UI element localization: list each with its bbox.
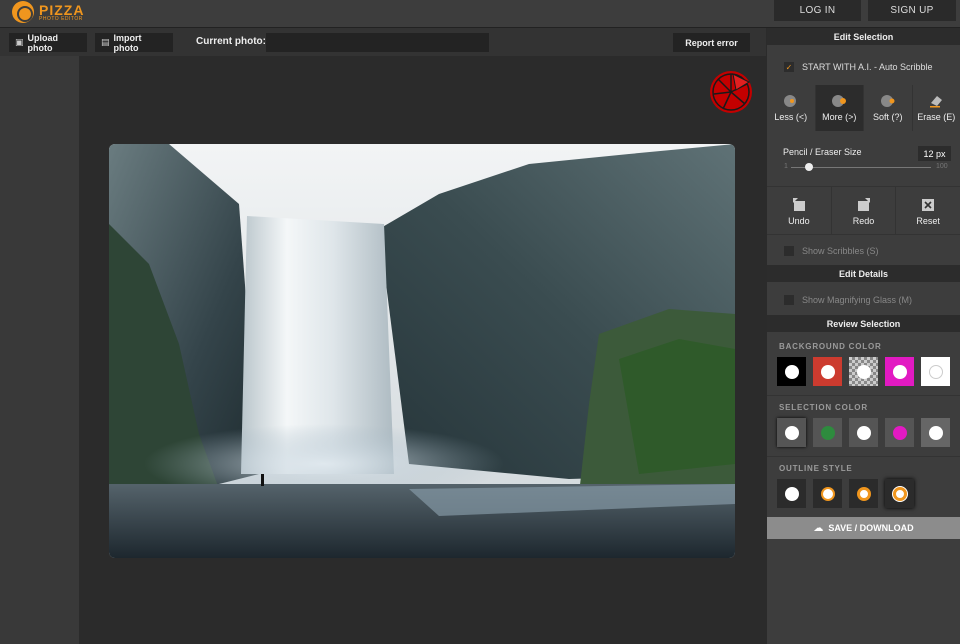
bg-swatch-black[interactable]	[777, 357, 806, 386]
slider-thumb[interactable]	[805, 163, 813, 171]
sel-swatch-checker[interactable]	[849, 418, 878, 447]
edit-selection-header: Edit Selection	[767, 28, 960, 45]
image-icon: ▣	[15, 37, 24, 47]
more-scribble-icon	[832, 95, 847, 107]
sel-swatch-magenta[interactable]	[885, 418, 914, 447]
selection-color-label: SELECTION COLOR	[779, 403, 868, 412]
report-error-button[interactable]: Report error	[673, 33, 750, 52]
app-logo[interactable]: PIZZA PHOTO EDITOR	[12, 1, 84, 23]
slider-min-label: 1	[784, 163, 788, 170]
save-download-button[interactable]: ☁ SAVE / DOWNLOAD	[767, 517, 960, 539]
left-gutter	[0, 56, 79, 644]
erase-button[interactable]: Erase (E)	[913, 85, 960, 131]
reset-icon	[922, 198, 935, 211]
more-button[interactable]: More (>)	[815, 85, 864, 131]
outline-style-swatches	[777, 479, 921, 508]
cloud-download-icon: ☁	[813, 522, 824, 534]
scribble-tools: Less (<) More (>) Soft (?) Erase (E)	[767, 85, 960, 131]
undo-icon	[792, 197, 805, 211]
review-selection-header: Review Selection	[767, 315, 960, 332]
less-scribble-icon	[783, 95, 796, 107]
less-button[interactable]: Less (<)	[767, 85, 816, 131]
redo-icon	[857, 197, 870, 211]
outline-medium[interactable]	[849, 479, 878, 508]
selection-color-swatches	[777, 418, 957, 447]
signup-button[interactable]: SIGN UP	[868, 0, 956, 21]
slider-max-label: 100	[936, 163, 948, 170]
import-icon: ▤	[101, 37, 110, 47]
checkmark-icon: ✓	[784, 62, 794, 72]
pizza-logo-icon	[12, 1, 34, 23]
edit-details-header: Edit Details	[767, 265, 960, 282]
top-bar: PIZZA PHOTO EDITOR LOG IN SIGN UP	[0, 0, 960, 28]
current-photo-label: Current photo:	[196, 36, 266, 47]
bg-swatch-red[interactable]	[813, 357, 842, 386]
login-button[interactable]: LOG IN	[774, 0, 861, 21]
soft-scribble-icon	[880, 95, 895, 107]
show-scribbles-checkbox[interactable]: Show Scribbles (S)	[784, 246, 879, 256]
soft-button[interactable]: Soft (?)	[864, 85, 913, 131]
outline-none[interactable]	[777, 479, 806, 508]
logo-name: PIZZA	[39, 1, 85, 18]
sel-swatch-green[interactable]	[813, 418, 842, 447]
show-magnifier-checkbox[interactable]: Show Magnifying Glass (M)	[784, 295, 912, 305]
background-color-label: BACKGROUND COLOR	[779, 342, 882, 351]
background-color-swatches	[777, 357, 957, 386]
sel-swatch-gray[interactable]	[777, 418, 806, 447]
undo-button[interactable]: Undo	[767, 187, 832, 234]
history-tools: Undo Redo Reset	[767, 187, 960, 234]
bg-swatch-magenta[interactable]	[885, 357, 914, 386]
outline-thin[interactable]	[813, 479, 842, 508]
bg-swatch-transparent[interactable]	[849, 357, 878, 386]
redo-button[interactable]: Redo	[832, 187, 897, 234]
reset-button[interactable]: Reset	[896, 187, 960, 234]
edit-panel: Edit Selection ✓ START WITH A.I. - Auto …	[767, 28, 960, 644]
outline-style-label: OUTLINE STYLE	[779, 464, 853, 473]
eraser-icon	[930, 96, 943, 108]
current-photo-field[interactable]	[266, 33, 489, 52]
sel-swatch-white[interactable]	[921, 418, 950, 447]
uploaded-photo[interactable]	[109, 144, 735, 558]
ai-scribble-checkbox[interactable]: ✓ START WITH A.I. - Auto Scribble	[784, 62, 933, 72]
checkbox-icon	[784, 246, 794, 256]
bg-swatch-white[interactable]	[921, 357, 950, 386]
upload-photo-button[interactable]: ▣ Upload photo	[9, 33, 87, 53]
pencil-size-label: Pencil / Eraser Size	[783, 147, 862, 157]
import-photo-button[interactable]: ▤ Import photo	[95, 33, 173, 53]
logo-subtitle: PHOTO EDITOR	[39, 15, 83, 22]
outline-thick[interactable]	[885, 479, 914, 508]
pencil-size-value[interactable]: 12 px	[918, 146, 951, 161]
pizza-logo-icon	[710, 71, 752, 113]
checkbox-icon	[784, 295, 794, 305]
